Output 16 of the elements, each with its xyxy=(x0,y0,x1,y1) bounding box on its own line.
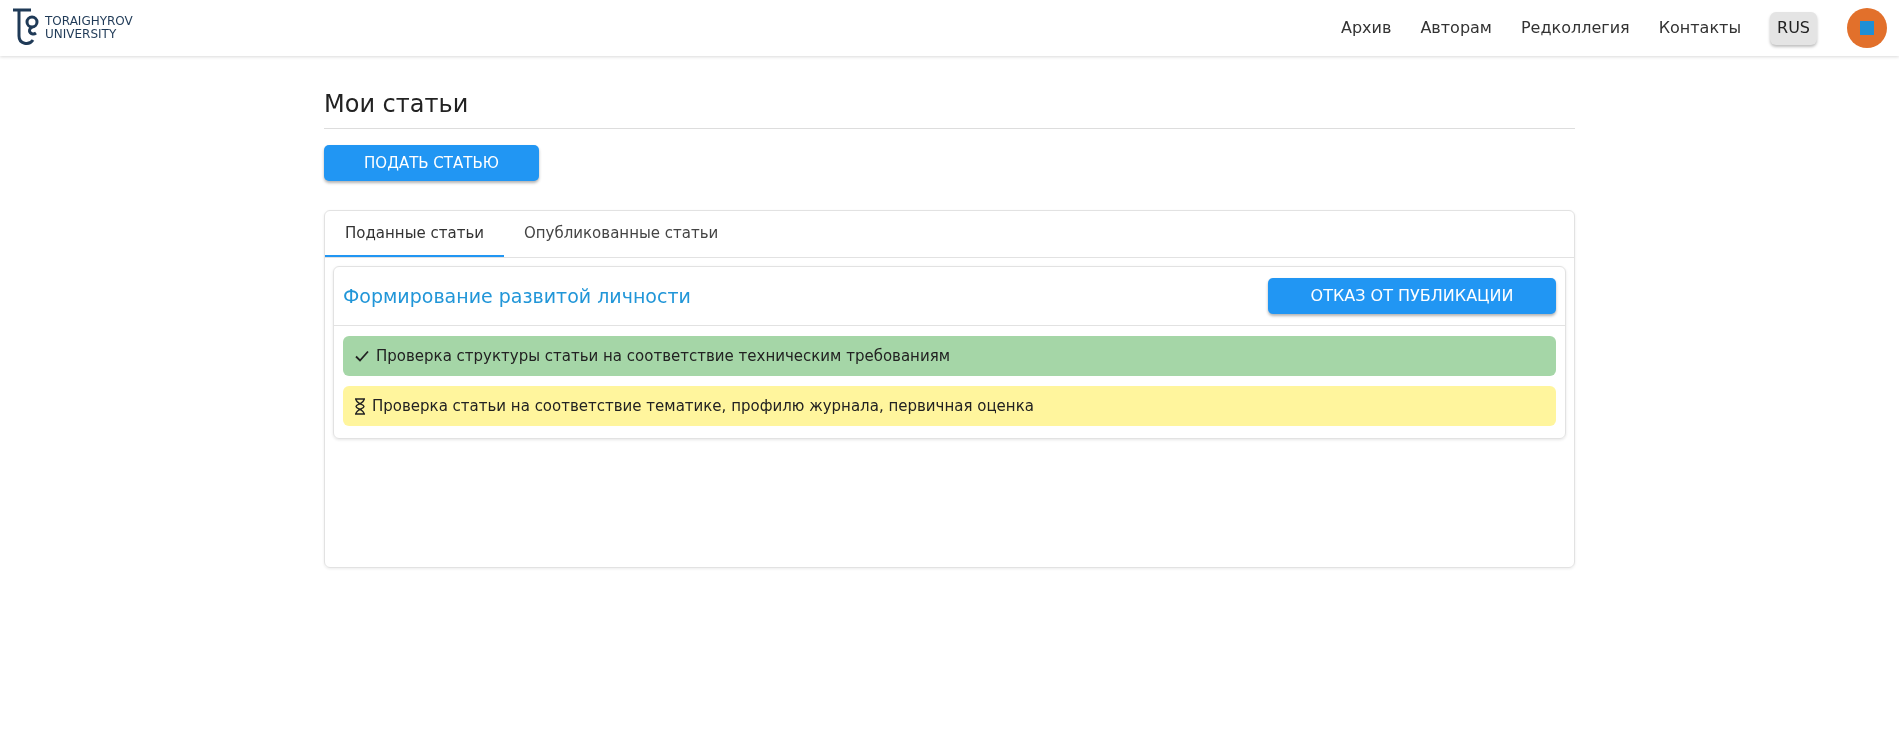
check-icon xyxy=(354,348,370,364)
nav-link[interactable]: Архив xyxy=(1341,16,1392,40)
logo-text: UNIVERSITY xyxy=(45,28,118,41)
tab[interactable]: Поданные статьи xyxy=(325,211,504,257)
tab[interactable]: Опубликованные статьи xyxy=(504,211,739,257)
stage-text: Проверка структуры статьи на соответствие техническим требованиям xyxy=(376,345,950,367)
stage-text: Проверка статьи на соответствие тематике, профилю журнала, первичная оценка xyxy=(372,395,1034,417)
avatar[interactable] xyxy=(1847,8,1887,48)
logo-text: TORAIGHYROV xyxy=(45,15,133,28)
nav-link[interactable]: Контакты xyxy=(1658,16,1741,40)
language-button[interactable]: RUS xyxy=(1770,11,1817,45)
hourglass-icon xyxy=(354,397,366,415)
nav-link[interactable]: Авторам xyxy=(1420,16,1492,40)
nav-link[interactable]: Редколлегия xyxy=(1520,16,1630,40)
article-title: Формирование развитой личности xyxy=(343,283,691,309)
page-title: Мои статьи xyxy=(324,86,1575,129)
